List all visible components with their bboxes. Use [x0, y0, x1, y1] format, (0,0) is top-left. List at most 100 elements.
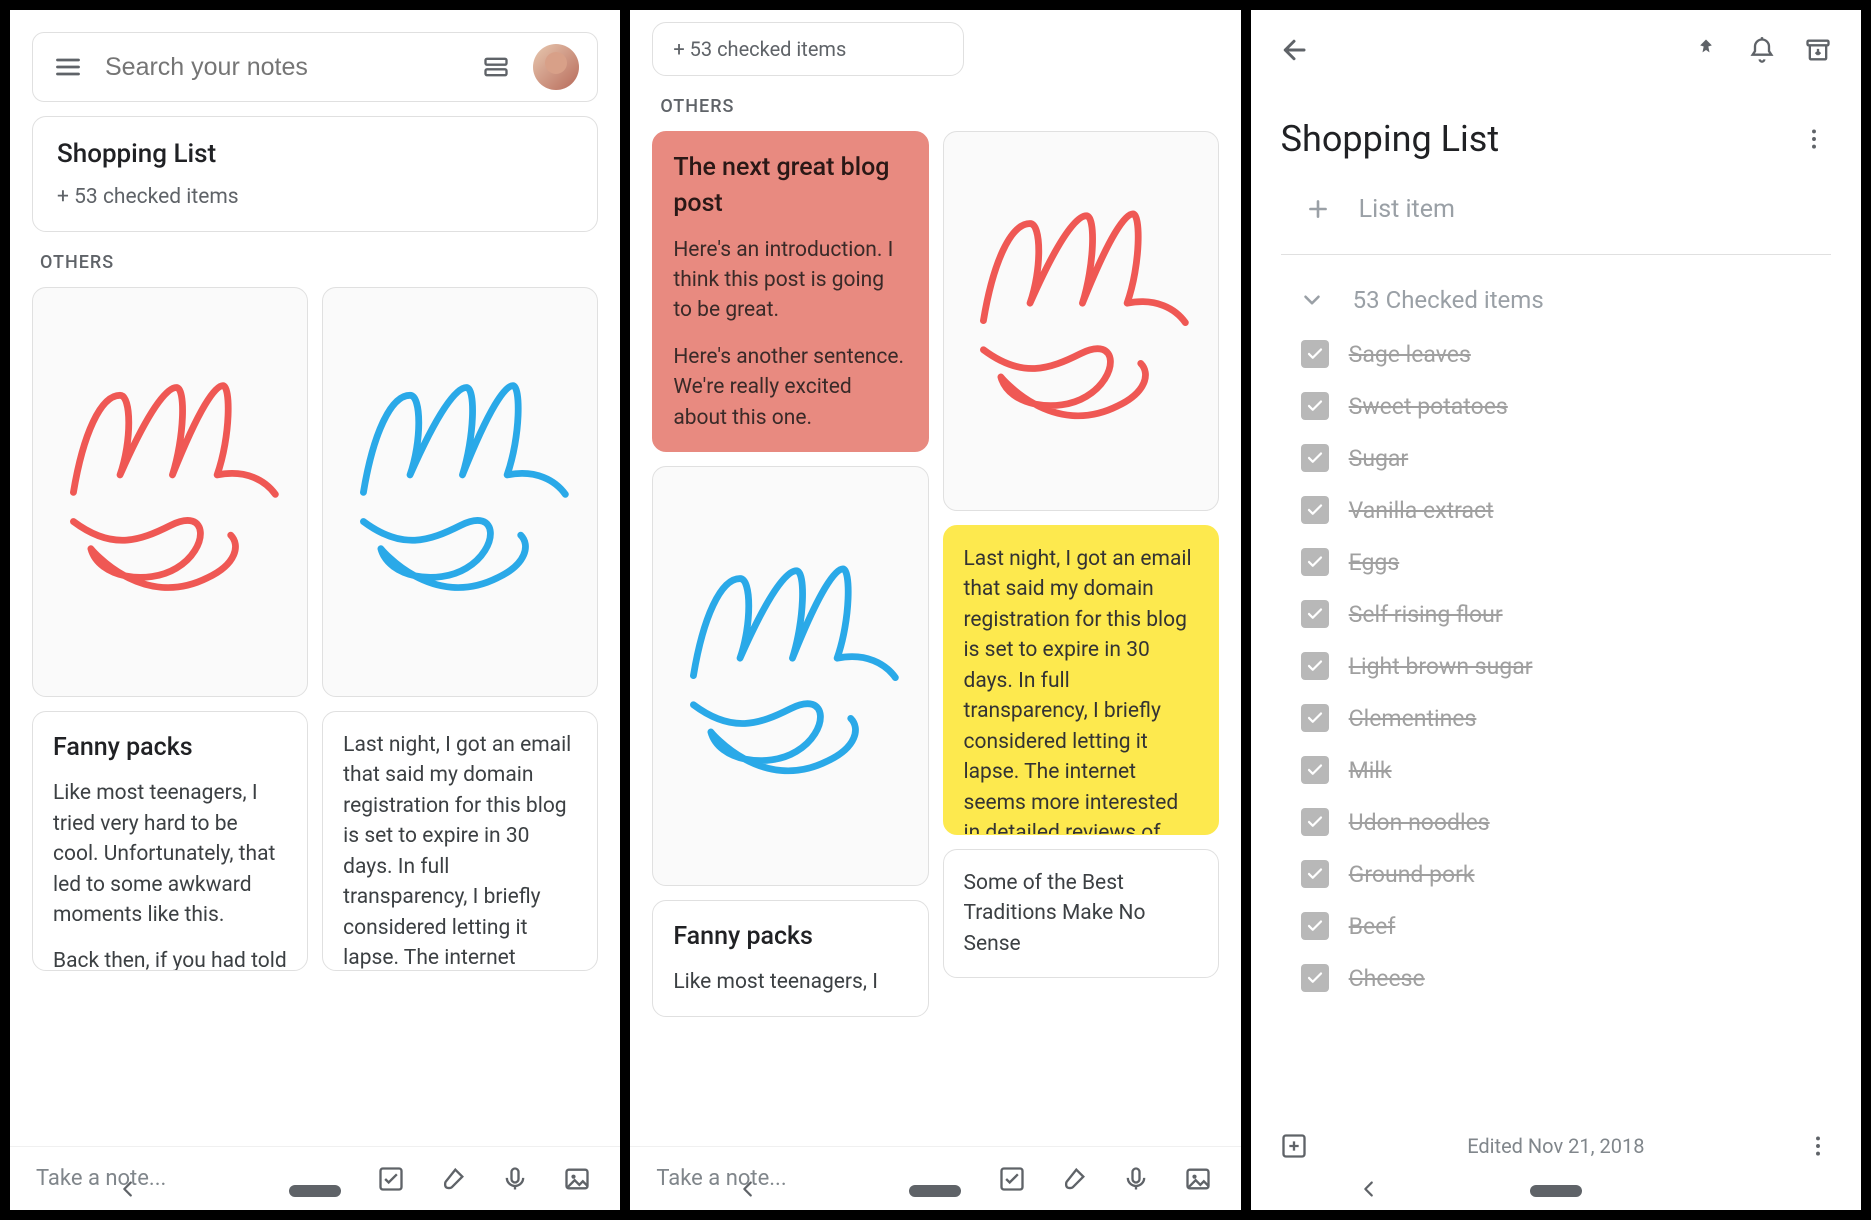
- detail-toolbar: [1251, 10, 1861, 90]
- checked-item-label: Beef: [1349, 913, 1396, 940]
- checked-item[interactable]: Milk: [1301, 747, 1831, 793]
- checked-item[interactable]: Eggs: [1301, 539, 1831, 585]
- checked-item[interactable]: Sage leaves: [1301, 331, 1831, 377]
- checkbox-checked-icon[interactable]: [1301, 860, 1329, 888]
- note-domain-yellow[interactable]: Last night, I got an email that said my …: [943, 525, 1219, 835]
- note-title[interactable]: Shopping List: [1281, 118, 1797, 160]
- search-input[interactable]: [105, 53, 459, 82]
- checked-item-label: Sage leaves: [1349, 341, 1471, 368]
- more-icon[interactable]: [1801, 1129, 1835, 1163]
- pinned-shopping-list[interactable]: Shopping List + 53 checked items: [32, 116, 598, 232]
- divider: [1281, 254, 1831, 255]
- nav-handle[interactable]: [909, 1185, 961, 1197]
- chevron-down-icon: [1295, 283, 1329, 317]
- note-fanny-packs[interactable]: Fanny packs Like most teenagers, I tried…: [32, 711, 308, 971]
- checked-item-label: Sweet potatoes: [1349, 393, 1508, 420]
- add-item-placeholder: List item: [1359, 195, 1455, 224]
- checked-item[interactable]: Clementines: [1301, 695, 1831, 741]
- pane-note-detail: Shopping List List item 53 Checked items…: [1251, 10, 1861, 1210]
- back-icon[interactable]: [1277, 33, 1311, 67]
- system-nav: [737, 1178, 1133, 1204]
- checkbox-checked-icon[interactable]: [1301, 548, 1329, 576]
- reminder-icon[interactable]: [1745, 33, 1779, 67]
- checkbox-checked-icon[interactable]: [1301, 392, 1329, 420]
- checked-items-label: 53 Checked items: [1353, 286, 1544, 314]
- checked-item-label: Ground pork: [1349, 861, 1475, 888]
- note-title: The next great blog post: [673, 150, 907, 223]
- pane-notes-list-1: Shopping List + 53 checked items OTHERS …: [10, 10, 620, 1210]
- checked-item[interactable]: Ground pork: [1301, 851, 1831, 897]
- add-box-icon[interactable]: [1277, 1129, 1311, 1163]
- nav-back-icon[interactable]: [737, 1178, 759, 1204]
- checkbox-checked-icon[interactable]: [1301, 600, 1329, 628]
- checked-items-list: Sage leaves Sweet potatoes Sugar Vanilla ex…: [1251, 327, 1861, 1001]
- checked-item-label: Self rising flour: [1349, 601, 1503, 628]
- note-text: Last night, I got an email that said my …: [964, 544, 1198, 835]
- drawing-note-blue[interactable]: [652, 466, 928, 886]
- search-bar[interactable]: [32, 32, 598, 102]
- checkbox-checked-icon[interactable]: [1301, 340, 1329, 368]
- pinned-shopping-list[interactable]: + 53 checked items: [652, 22, 963, 76]
- notes-scroll[interactable]: + 53 checked items OTHERS The next great…: [630, 10, 1240, 1146]
- notes-scroll[interactable]: Shopping List + 53 checked items OTHERS …: [10, 116, 620, 1146]
- add-list-item[interactable]: List item: [1251, 182, 1861, 244]
- drawing-note-red[interactable]: [943, 131, 1219, 511]
- drawing-note-red[interactable]: [32, 287, 308, 697]
- checked-items-toggle[interactable]: 53 Checked items: [1251, 267, 1861, 327]
- note-title: Fanny packs: [673, 919, 907, 955]
- nav-handle[interactable]: [289, 1185, 341, 1197]
- more-icon[interactable]: [1797, 122, 1831, 156]
- note-text: Like most teenagers, I: [673, 967, 907, 997]
- note-text: Last night, I got an email that said my …: [343, 730, 577, 971]
- checked-item[interactable]: Sweet potatoes: [1301, 383, 1831, 429]
- section-label-others: OTHERS: [40, 252, 598, 273]
- image-icon[interactable]: [560, 1162, 594, 1196]
- checked-item[interactable]: Beef: [1301, 903, 1831, 949]
- note-domain-email[interactable]: Last night, I got an email that said my …: [322, 711, 598, 971]
- checked-item-label: Eggs: [1349, 549, 1400, 576]
- system-nav: [117, 1178, 513, 1204]
- drawing-note-blue[interactable]: [322, 287, 598, 697]
- note-subtitle: + 53 checked items: [673, 37, 942, 61]
- archive-icon[interactable]: [1801, 33, 1835, 67]
- nav-handle[interactable]: [1530, 1185, 1582, 1197]
- checked-item[interactable]: Self rising flour: [1301, 591, 1831, 637]
- note-subtitle: + 53 checked items: [57, 185, 573, 209]
- image-icon[interactable]: [1181, 1162, 1215, 1196]
- checked-item-label: Sugar: [1349, 445, 1409, 472]
- checked-item-label: Milk: [1349, 757, 1392, 784]
- pin-icon[interactable]: [1689, 33, 1723, 67]
- checkbox-checked-icon[interactable]: [1301, 808, 1329, 836]
- section-label-others: OTHERS: [660, 96, 1218, 117]
- checked-item-label: Cheese: [1349, 965, 1425, 992]
- nav-back-icon[interactable]: [1358, 1178, 1380, 1204]
- note-title: Shopping List: [57, 139, 573, 169]
- checked-item[interactable]: Sugar: [1301, 435, 1831, 481]
- checked-item[interactable]: Vanilla extract: [1301, 487, 1831, 533]
- note-traditions[interactable]: Some of the Best Traditions Make No Sens…: [943, 849, 1219, 978]
- checked-item-label: Vanilla extract: [1349, 497, 1494, 524]
- note-text: Like most teenagers, I tried very hard t…: [53, 778, 287, 930]
- detail-bottom-bar: Edited Nov 21, 2018: [1251, 1114, 1861, 1176]
- pane-notes-list-2: + 53 checked items OTHERS The next great…: [630, 10, 1240, 1210]
- note-blog-post[interactable]: The next great blog post Here's an intro…: [652, 131, 928, 452]
- checkbox-checked-icon[interactable]: [1301, 444, 1329, 472]
- checked-item[interactable]: Light brown sugar: [1301, 643, 1831, 689]
- view-toggle-icon[interactable]: [479, 50, 513, 84]
- edited-timestamp: Edited Nov 21, 2018: [1311, 1134, 1801, 1158]
- note-title: Fanny packs: [53, 730, 287, 766]
- checkbox-checked-icon[interactable]: [1301, 652, 1329, 680]
- checkbox-checked-icon[interactable]: [1301, 496, 1329, 524]
- nav-back-icon[interactable]: [117, 1178, 139, 1204]
- checkbox-checked-icon[interactable]: [1301, 756, 1329, 784]
- checked-item-label: Light brown sugar: [1349, 653, 1533, 680]
- note-text: Here's an introduction. I think this pos…: [673, 235, 907, 326]
- checkbox-checked-icon[interactable]: [1301, 704, 1329, 732]
- checkbox-checked-icon[interactable]: [1301, 912, 1329, 940]
- avatar[interactable]: [533, 44, 579, 90]
- checkbox-checked-icon[interactable]: [1301, 964, 1329, 992]
- checked-item[interactable]: Udon noodles: [1301, 799, 1831, 845]
- menu-icon[interactable]: [51, 50, 85, 84]
- note-fanny-packs[interactable]: Fanny packs Like most teenagers, I: [652, 900, 928, 1017]
- checked-item[interactable]: Cheese: [1301, 955, 1831, 1001]
